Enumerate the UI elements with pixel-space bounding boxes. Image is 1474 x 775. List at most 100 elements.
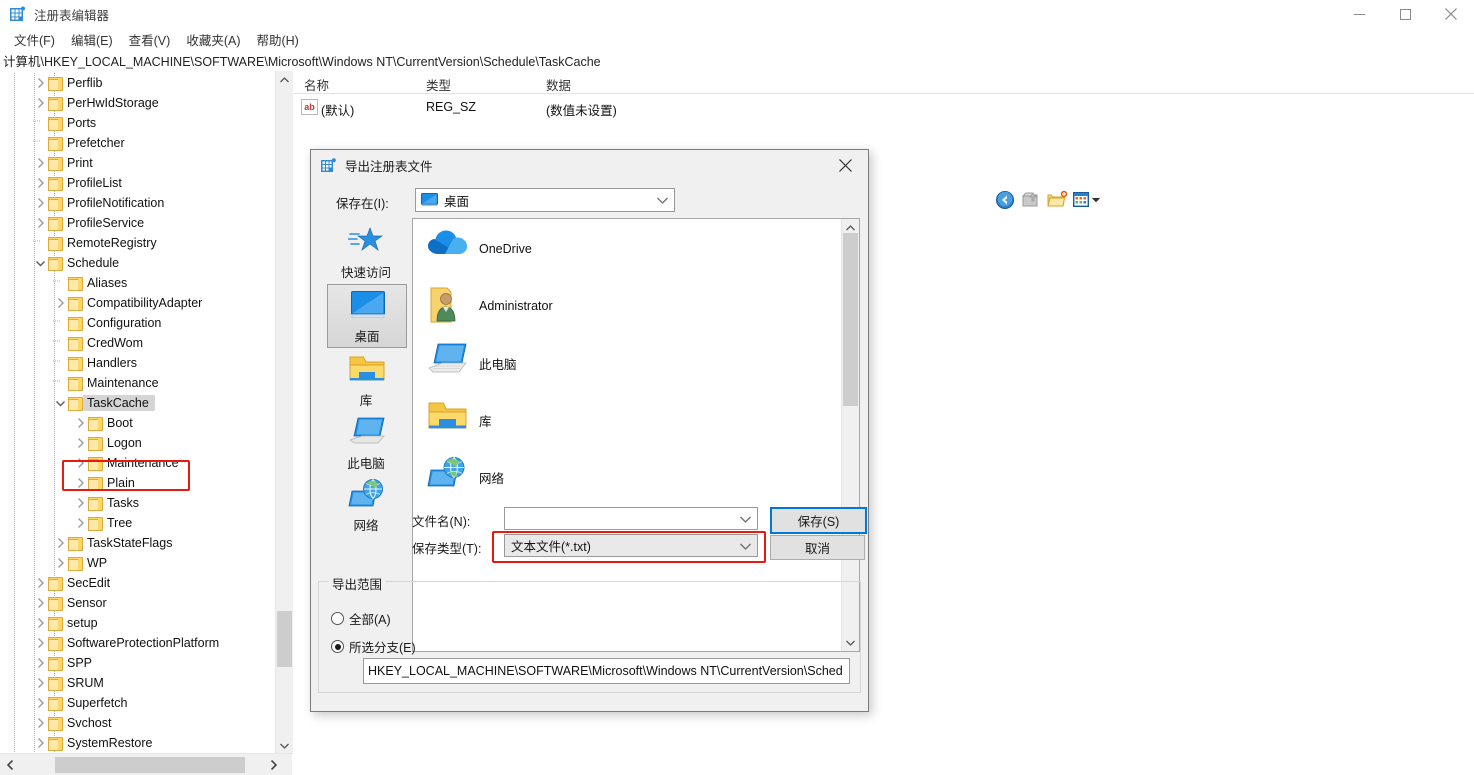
place-desktop[interactable]: 桌面 bbox=[327, 284, 407, 348]
tree-item-handlers[interactable]: Handlers bbox=[0, 353, 272, 373]
chevron-right-icon[interactable] bbox=[32, 155, 48, 171]
chevron-right-icon[interactable] bbox=[52, 295, 68, 311]
up-folder-icon[interactable] bbox=[1020, 189, 1042, 210]
tree-item-setup[interactable]: setup bbox=[0, 613, 272, 633]
tree-item-plain[interactable]: Plain bbox=[0, 473, 272, 493]
chevron-right-icon[interactable] bbox=[32, 75, 48, 91]
scroll-right-icon[interactable] bbox=[265, 756, 282, 773]
tree-item-srum[interactable]: SRUM bbox=[0, 673, 272, 693]
save-button[interactable]: 保存(S) bbox=[770, 507, 867, 534]
tree-item-sensor[interactable]: Sensor bbox=[0, 593, 272, 613]
chevron-down-icon[interactable] bbox=[32, 255, 48, 271]
list-item[interactable]: 此电脑 bbox=[427, 340, 517, 386]
chevron-right-icon[interactable] bbox=[32, 615, 48, 631]
chevron-right-icon[interactable] bbox=[72, 475, 88, 491]
tree-item-systemrestore[interactable]: SystemRestore bbox=[0, 733, 272, 753]
list-item[interactable]: OneDrive bbox=[427, 226, 532, 272]
menu-favorites[interactable]: 收藏夹(A) bbox=[178, 28, 248, 51]
chevron-down-icon[interactable] bbox=[740, 539, 751, 553]
chevron-right-icon[interactable] bbox=[72, 455, 88, 471]
chevron-right-icon[interactable] bbox=[32, 215, 48, 231]
tree-item-maintenance[interactable]: Maintenance bbox=[0, 453, 272, 473]
chevron-right-icon[interactable] bbox=[72, 515, 88, 531]
radio-icon[interactable] bbox=[331, 612, 344, 625]
chevron-right-icon[interactable] bbox=[72, 415, 88, 431]
dialog-close-button[interactable] bbox=[823, 150, 868, 180]
radio-export-selected-branch[interactable]: 所选分支(E) bbox=[331, 637, 416, 656]
chevron-right-icon[interactable] bbox=[52, 535, 68, 551]
tree-item-prefetcher[interactable]: Prefetcher bbox=[0, 133, 272, 153]
tree-item-compatibilityadapter[interactable]: CompatibilityAdapter bbox=[0, 293, 272, 313]
place-network[interactable]: 网络 bbox=[327, 474, 405, 536]
back-icon[interactable] bbox=[994, 189, 1016, 210]
tree-item-credwom[interactable]: CredWom bbox=[0, 333, 272, 353]
column-data[interactable]: 数据 bbox=[546, 75, 571, 94]
chevron-down-icon[interactable] bbox=[740, 512, 751, 526]
place-this-pc[interactable]: 此电脑 bbox=[327, 412, 405, 474]
tree-item-perhwidstorage[interactable]: PerHwIdStorage bbox=[0, 93, 272, 113]
tree-hscrollbar-thumb[interactable] bbox=[55, 757, 245, 773]
chevron-down-icon[interactable] bbox=[52, 395, 68, 411]
column-name[interactable]: 名称 bbox=[304, 75, 329, 94]
chevron-right-icon[interactable] bbox=[32, 715, 48, 731]
tree-scrollbar-thumb[interactable] bbox=[277, 611, 292, 667]
chevron-right-icon[interactable] bbox=[52, 555, 68, 571]
menu-help[interactable]: 帮助(H) bbox=[248, 28, 306, 51]
branch-path-input[interactable]: HKEY_LOCAL_MACHINE\SOFTWARE\Microsoft\Wi… bbox=[363, 658, 850, 684]
scroll-left-icon[interactable] bbox=[2, 756, 19, 773]
views-icon[interactable] bbox=[1072, 189, 1102, 210]
chevron-right-icon[interactable] bbox=[72, 435, 88, 451]
chevron-right-icon[interactable] bbox=[32, 695, 48, 711]
address-bar[interactable]: 计算机\HKEY_LOCAL_MACHINE\SOFTWARE\Microsof… bbox=[0, 50, 1474, 72]
maximize-button[interactable] bbox=[1382, 0, 1428, 28]
chevron-right-icon[interactable] bbox=[32, 675, 48, 691]
scroll-down-icon[interactable] bbox=[276, 737, 293, 754]
tree-horizontal-scrollbar[interactable] bbox=[0, 753, 292, 775]
menu-file[interactable]: 文件(F) bbox=[6, 28, 63, 51]
radio-icon[interactable] bbox=[331, 640, 344, 653]
tree-item-profileservice[interactable]: ProfileService bbox=[0, 213, 272, 233]
menu-edit[interactable]: 编辑(E) bbox=[63, 28, 121, 51]
chevron-down-icon[interactable] bbox=[657, 193, 668, 207]
minimize-button[interactable] bbox=[1336, 0, 1382, 28]
tree-item-remoteregistry[interactable]: RemoteRegistry bbox=[0, 233, 272, 253]
filename-input[interactable] bbox=[504, 507, 758, 530]
chevron-right-icon[interactable] bbox=[32, 595, 48, 611]
tree-item-softwareprotectionplatform[interactable]: SoftwareProtectionPlatform bbox=[0, 633, 272, 653]
tree-item-tree[interactable]: Tree bbox=[0, 513, 272, 533]
table-row[interactable]: ab (默认) REG_SZ (数值未设置) bbox=[293, 97, 1474, 118]
column-type[interactable]: 类型 bbox=[426, 75, 451, 94]
place-quick-access[interactable]: 快速访问 bbox=[327, 221, 405, 283]
tree-item-taskstateflags[interactable]: TaskStateFlags bbox=[0, 533, 272, 553]
tree-item-profilelist[interactable]: ProfileList bbox=[0, 173, 272, 193]
tree-item-tasks[interactable]: Tasks bbox=[0, 493, 272, 513]
new-folder-icon[interactable] bbox=[1046, 189, 1068, 210]
tree-item-maintenance[interactable]: Maintenance bbox=[0, 373, 272, 393]
tree-item-aliases[interactable]: Aliases bbox=[0, 273, 272, 293]
file-list-scrollbar-thumb[interactable] bbox=[843, 233, 858, 406]
tree-item-wp[interactable]: WP bbox=[0, 553, 272, 573]
tree-item-configuration[interactable]: Configuration bbox=[0, 313, 272, 333]
tree-item-ports[interactable]: Ports bbox=[0, 113, 272, 133]
save-in-combo[interactable]: 桌面 bbox=[415, 188, 675, 212]
chevron-right-icon[interactable] bbox=[32, 575, 48, 591]
tree-item-secedit[interactable]: SecEdit bbox=[0, 573, 272, 593]
tree-item-spp[interactable]: SPP bbox=[0, 653, 272, 673]
tree-item-superfetch[interactable]: Superfetch bbox=[0, 693, 272, 713]
list-item[interactable]: 库 bbox=[427, 397, 492, 443]
chevron-right-icon[interactable] bbox=[32, 195, 48, 211]
chevron-right-icon[interactable] bbox=[32, 635, 48, 651]
tree-item-svchost[interactable]: Svchost bbox=[0, 713, 272, 733]
tree-item-print[interactable]: Print bbox=[0, 153, 272, 173]
menu-view[interactable]: 查看(V) bbox=[121, 28, 179, 51]
list-item[interactable]: 网络 bbox=[427, 454, 504, 500]
registry-tree[interactable]: Perflib PerHwIdStorage Ports Prefetcher Prin… bbox=[0, 73, 272, 753]
tree-item-boot[interactable]: Boot bbox=[0, 413, 272, 433]
tree-item-perflib[interactable]: Perflib bbox=[0, 73, 272, 93]
cancel-button[interactable]: 取消 bbox=[770, 535, 865, 560]
place-library[interactable]: 库 bbox=[327, 349, 405, 411]
tree-vertical-scrollbar[interactable] bbox=[275, 71, 293, 754]
chevron-right-icon[interactable] bbox=[32, 95, 48, 111]
radio-export-all[interactable]: 全部(A) bbox=[331, 609, 391, 628]
chevron-right-icon[interactable] bbox=[32, 735, 48, 751]
